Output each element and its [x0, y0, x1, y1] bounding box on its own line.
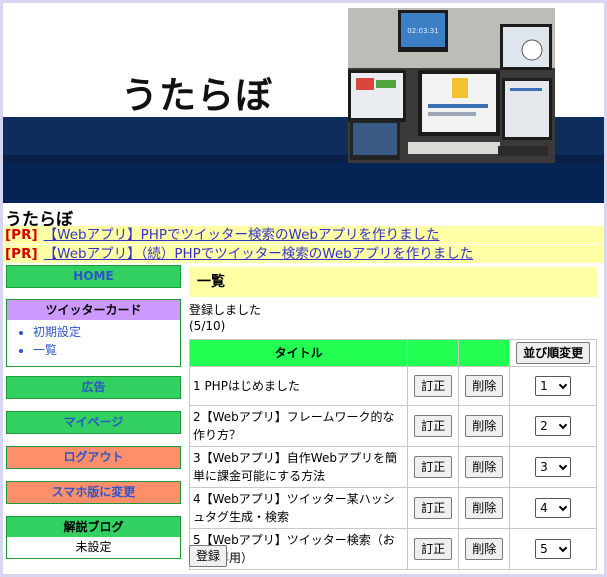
- row-title: 3【Webアプリ】自作Webアプリを簡単に課金可能にする方法: [188, 446, 409, 488]
- menu-item-initial-settings[interactable]: 初期設定: [33, 323, 180, 341]
- blog-box: 解説ブログ 未設定: [6, 516, 181, 559]
- photo-clock-text: 02:03:31: [407, 27, 438, 35]
- header-photo: 02:03:31: [348, 8, 555, 163]
- twitter-card-menu: ツイッターカード 初期設定 一覧: [6, 299, 181, 367]
- mypage-button[interactable]: マイページ: [6, 411, 181, 434]
- home-button[interactable]: HOME: [6, 265, 181, 288]
- twitter-card-list: 初期設定 一覧: [7, 323, 180, 359]
- edit-button[interactable]: 訂正: [414, 538, 453, 560]
- order-select[interactable]: 5: [535, 539, 572, 559]
- table-header-row: タイトル 並び順変更: [188, 339, 597, 367]
- pr-tag: [PR]: [5, 227, 38, 243]
- delete-button[interactable]: 削除: [465, 538, 504, 560]
- menu-item-list[interactable]: 一覧: [33, 341, 180, 359]
- item-count: (5/10): [189, 319, 226, 333]
- order-select[interactable]: 1: [535, 376, 572, 396]
- table-row: 2【Webアプリ】フレームワーク的な作り方？ 訂正 削除 2: [188, 405, 597, 447]
- header-banner: うたらぼ 02:03:31: [3, 3, 604, 203]
- pr-row: [PR] 【Webアプリ】PHPでツイッター検索のWebアプリを作りました: [3, 226, 604, 244]
- blog-title: 解説ブログ: [7, 517, 180, 537]
- chevron-down-icon: [558, 502, 568, 512]
- row-title: 4【Webアプリ】ツイッター某ハッシュタグ生成・検索: [188, 487, 409, 529]
- column-title: タイトル: [188, 339, 409, 367]
- pr-link[interactable]: 【Webアプリ】PHPでツイッター検索のWebアプリを作りました: [44, 227, 440, 243]
- table-row: 1 PHPはじめました 訂正 削除 1: [188, 366, 597, 406]
- delete-button[interactable]: 削除: [465, 456, 504, 478]
- page-heading: 一覧: [189, 267, 597, 297]
- row-title: 1 PHPはじめました: [188, 366, 409, 406]
- site-logo: うたらぼ: [121, 74, 273, 117]
- desk-monitors-image: 02:03:31: [348, 8, 555, 163]
- register-button[interactable]: 登録: [189, 545, 228, 567]
- pr-row: [PR] 【Webアプリ】（続）PHPでツイッター検索のWebアプリを作りました: [3, 245, 604, 263]
- chevron-down-icon: [558, 380, 568, 390]
- chevron-down-icon: [558, 461, 568, 471]
- table-row: 5【Webアプリ】ツイッター検索（お仕戦専用） 訂正 削除 5: [188, 528, 597, 570]
- delete-button[interactable]: 削除: [465, 415, 504, 437]
- pr-link[interactable]: 【Webアプリ】（続）PHPでツイッター検索のWebアプリを作りました: [44, 246, 474, 262]
- status-message: 登録しました: [189, 303, 262, 317]
- table-row: 3【Webアプリ】自作Webアプリを簡単に課金可能にする方法 訂正 削除 3: [188, 446, 597, 488]
- table-row: 4【Webアプリ】ツイッター某ハッシュタグ生成・検索 訂正 削除 4: [188, 487, 597, 529]
- page: うたらぼ 02:03:31 うたらぼ [PR] 【Webアプリ】PHPでツイッタ…: [3, 3, 604, 574]
- blog-value: 未設定: [75, 540, 112, 554]
- edit-button[interactable]: 訂正: [414, 456, 453, 478]
- sort-order-button[interactable]: 並び順変更: [516, 342, 591, 364]
- order-select[interactable]: 2: [535, 416, 572, 436]
- edit-button[interactable]: 訂正: [414, 415, 453, 437]
- delete-button[interactable]: 削除: [465, 375, 504, 397]
- edit-button[interactable]: 訂正: [414, 375, 453, 397]
- mobile-version-button[interactable]: スマホ版に変更: [6, 481, 181, 504]
- logout-button[interactable]: ログアウト: [6, 446, 181, 469]
- chevron-down-icon: [558, 420, 568, 430]
- card-table: タイトル 並び順変更 1 PHPはじめました 訂正 削除 1 2【Webアプリ】…: [188, 339, 597, 570]
- chevron-down-icon: [558, 543, 568, 553]
- twitter-card-title: ツイッターカード: [7, 300, 180, 320]
- edit-button[interactable]: 訂正: [414, 497, 453, 519]
- ads-button[interactable]: 広告: [6, 376, 181, 399]
- order-select[interactable]: 3: [535, 457, 572, 477]
- row-title: 2【Webアプリ】フレームワーク的な作り方？: [188, 405, 409, 447]
- order-select[interactable]: 4: [535, 498, 572, 518]
- delete-button[interactable]: 削除: [465, 497, 504, 519]
- pr-tag: [PR]: [5, 246, 38, 262]
